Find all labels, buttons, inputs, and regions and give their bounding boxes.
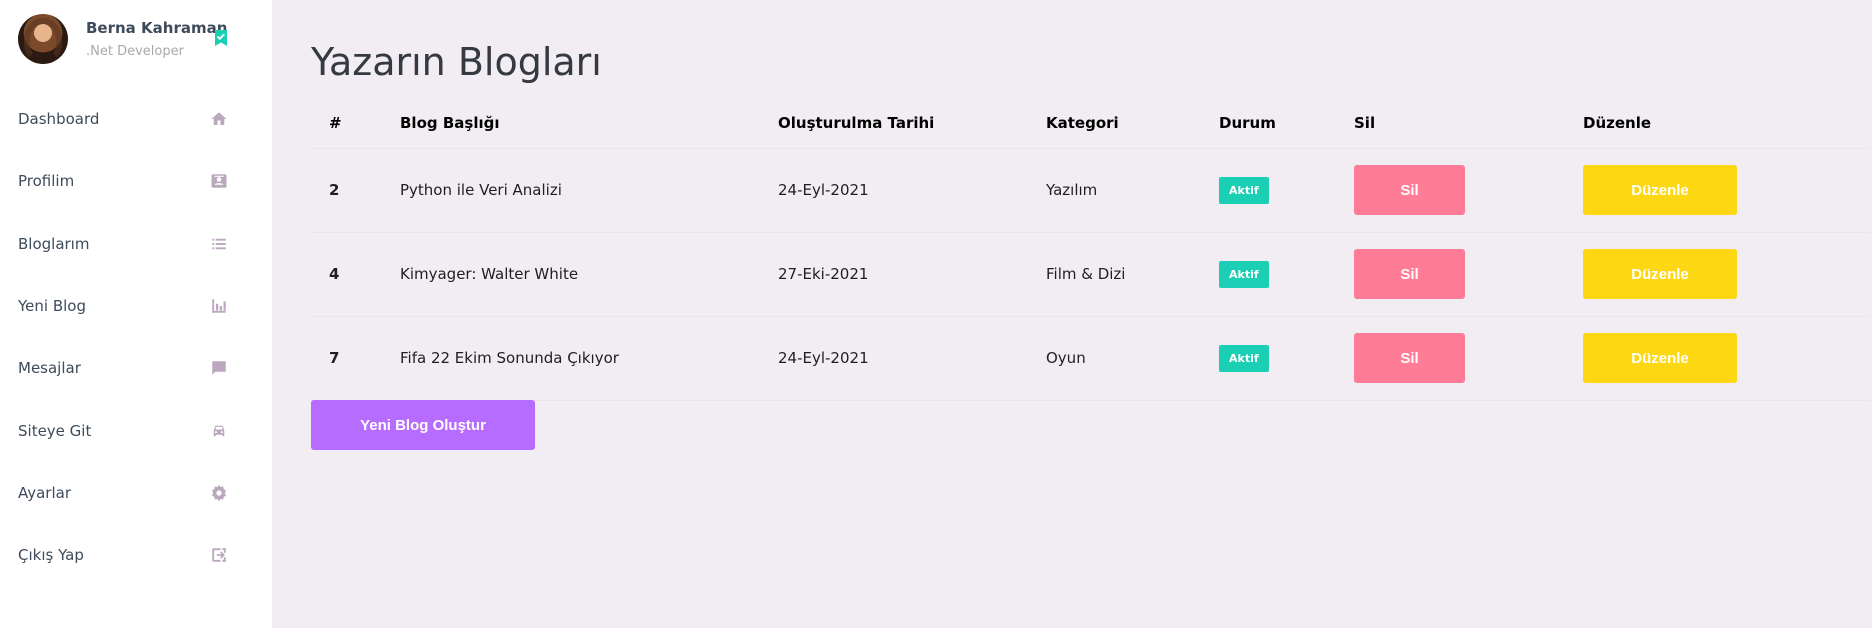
contact-card-icon [210, 172, 228, 190]
sidebar-item-label: Dashboard [18, 110, 100, 129]
table-row: 4 Kimyager: Walter White 27-Eki-2021 Fil… [311, 232, 1871, 317]
header-blog-title: Blog Başlığı [382, 98, 760, 149]
sidebar-item-siteye-git[interactable]: Siteye Git [0, 399, 272, 461]
table-row: 7 Fifa 22 Ekim Sonunda Çıkıyor 24-Eyl-20… [311, 316, 1871, 401]
page-title: Yazarın Blogları [311, 40, 602, 84]
table-row: 2 Python ile Veri Analizi 24-Eyl-2021 Ya… [311, 148, 1871, 233]
new-blog-button[interactable]: Yeni Blog Oluştur [311, 400, 535, 450]
sidebar-item-label: Bloglarım [18, 234, 90, 253]
sidebar-item-dashboard[interactable]: Dashboard [0, 88, 272, 150]
row-title: Kimyager: Walter White [382, 232, 760, 317]
status-badge: Aktif [1219, 176, 1269, 204]
sidebar-item-cikis-yap[interactable]: Çıkış Yap [0, 524, 272, 586]
row-id: 2 [311, 148, 382, 233]
edit-button[interactable]: Düzenle [1583, 165, 1737, 215]
edit-button[interactable]: Düzenle [1583, 249, 1737, 299]
status-badge: Aktif [1219, 260, 1269, 288]
sidebar-item-mesajlar[interactable]: Mesajlar [0, 337, 272, 399]
sidebar-item-label: Mesajlar [18, 359, 81, 378]
header-edit: Düzenle [1565, 98, 1871, 149]
message-icon [210, 359, 228, 377]
home-icon [210, 110, 228, 128]
row-id: 7 [311, 316, 382, 401]
row-delete-cell: Sil [1336, 316, 1565, 401]
header-id: # [311, 98, 382, 149]
bar-chart-icon [210, 297, 228, 315]
row-delete-cell: Sil [1336, 232, 1565, 317]
list-icon [210, 235, 228, 253]
row-date: 27-Eki-2021 [760, 232, 1028, 317]
row-date: 24-Eyl-2021 [760, 316, 1028, 401]
sidebar-item-label: Profilim [18, 172, 75, 191]
row-status-cell: Aktif [1201, 316, 1336, 401]
row-edit-cell: Düzenle [1565, 148, 1871, 233]
status-badge: Aktif [1219, 344, 1269, 372]
row-status-cell: Aktif [1201, 148, 1336, 233]
car-icon [210, 422, 228, 440]
logout-icon [210, 546, 228, 564]
sidebar-item-label: Çıkış Yap [18, 546, 84, 565]
sidebar-item-bloglarim[interactable]: Bloglarım [0, 213, 272, 275]
avatar [18, 14, 68, 64]
profile-role: .Net Developer [86, 44, 184, 59]
row-delete-cell: Sil [1336, 148, 1565, 233]
blog-table: # Blog Başlığı Oluşturulma Tarihi Katego… [311, 98, 1871, 401]
delete-button[interactable]: Sil [1354, 249, 1465, 299]
table-header-row: # Blog Başlığı Oluşturulma Tarihi Katego… [311, 98, 1871, 149]
sidebar-item-label: Yeni Blog [18, 297, 86, 316]
delete-button[interactable]: Sil [1354, 333, 1465, 383]
row-title: Fifa 22 Ekim Sonunda Çıkıyor [382, 316, 760, 401]
main-content: Yazarın Blogları # Blog Başlığı Oluşturu… [272, 0, 1872, 628]
gear-icon [210, 484, 228, 502]
profile-block[interactable]: Berna Kahraman .Net Developer [18, 14, 258, 66]
sidebar-item-label: Siteye Git [18, 421, 92, 440]
profile-name: Berna Kahraman [86, 19, 228, 37]
header-status: Durum [1201, 98, 1336, 149]
app-root: Berna Kahraman .Net Developer Dashboard … [0, 0, 1872, 628]
row-category: Yazılım [1028, 148, 1201, 233]
sidebar-item-yeni-blog[interactable]: Yeni Blog [0, 275, 272, 337]
row-id: 4 [311, 232, 382, 317]
sidebar-item-label: Ayarlar [18, 483, 72, 502]
sidebar-item-profilim[interactable]: Profilim [0, 150, 272, 212]
sidebar-nav: Dashboard Profilim Bloglarım Yeni Blog M… [0, 88, 272, 586]
delete-button[interactable]: Sil [1354, 165, 1465, 215]
row-edit-cell: Düzenle [1565, 232, 1871, 317]
row-status-cell: Aktif [1201, 232, 1336, 317]
header-delete: Sil [1336, 98, 1565, 149]
edit-button[interactable]: Düzenle [1583, 333, 1737, 383]
header-category: Kategori [1028, 98, 1201, 149]
row-edit-cell: Düzenle [1565, 316, 1871, 401]
row-title: Python ile Veri Analizi [382, 148, 760, 233]
row-date: 24-Eyl-2021 [760, 148, 1028, 233]
row-category: Oyun [1028, 316, 1201, 401]
bookmark-check-icon [215, 30, 227, 46]
sidebar-item-ayarlar[interactable]: Ayarlar [0, 462, 272, 524]
header-created-date: Oluşturulma Tarihi [760, 98, 1028, 149]
row-category: Film & Dizi [1028, 232, 1201, 317]
sidebar: Berna Kahraman .Net Developer Dashboard … [0, 0, 272, 628]
